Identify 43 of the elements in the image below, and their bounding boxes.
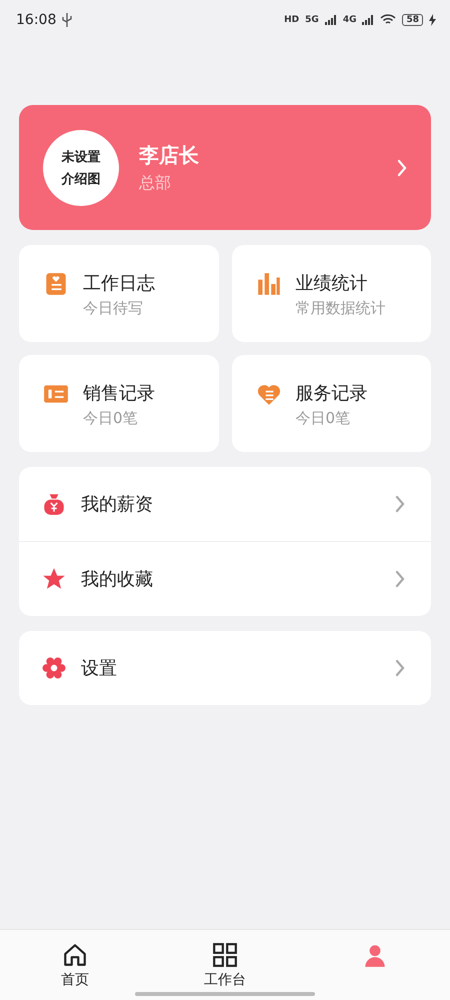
network-label: 5G (305, 15, 319, 25)
tile-title: 业绩统计 (296, 272, 368, 295)
tile-subtitle: 今日0笔 (296, 409, 352, 428)
tile-subtitle: 今日待写 (83, 299, 144, 318)
tile-title: 销售记录 (83, 382, 155, 405)
menu-item[interactable]: 我的薪资 (19, 467, 431, 541)
tile-title: 工作日志 (83, 272, 155, 295)
shortcut-tile[interactable]: 业绩统计 常用数据统计 (232, 245, 431, 342)
profile-card[interactable]: 未设置 介绍图 李店长 总部 (19, 105, 431, 230)
settings-icon (41, 655, 67, 681)
menu-item[interactable]: 我的收藏 (19, 541, 431, 616)
home-icon (62, 942, 88, 968)
chevron-right-icon (395, 495, 405, 513)
signal-icon (324, 15, 337, 25)
signal-icon (362, 15, 374, 25)
tile-title: 服务记录 (296, 382, 368, 405)
shortcut-tile[interactable]: 服务记录 今日0笔 (232, 355, 431, 452)
tile-subtitle: 常用数据统计 (296, 299, 386, 318)
menu-label: 我的收藏 (81, 568, 154, 591)
menu-label: 设置 (81, 657, 118, 680)
hd-label: HD (284, 15, 300, 25)
network-label: 4G (342, 15, 356, 25)
bolt-icon (429, 14, 436, 26)
avatar-text: 介绍图 (62, 170, 100, 188)
menu-label: 我的薪资 (81, 493, 154, 516)
shortcut-tile[interactable]: 销售记录 今日0笔 (19, 355, 218, 452)
menu-item[interactable]: 设置 (19, 631, 431, 705)
usb-icon (62, 13, 72, 27)
user-name: 李店长 (139, 142, 200, 168)
wifi-icon (380, 14, 396, 26)
chevron-right-icon (395, 570, 405, 588)
grid-icon (212, 942, 238, 968)
tab[interactable]: 首页 (0, 930, 150, 1000)
chevron-right-icon (397, 158, 407, 176)
clock-time: 16:08 (16, 12, 56, 28)
chevron-right-icon (395, 659, 405, 677)
shortcut-tile[interactable]: 工作日志 今日待写 (19, 245, 218, 342)
avatar-text: 未设置 (62, 148, 100, 166)
branch-name: 总部 (139, 172, 172, 194)
bar-chart-icon (256, 271, 282, 297)
tab[interactable]: 工作台 (150, 930, 300, 1000)
battery-level: 58 (402, 14, 423, 26)
tile-subtitle: 今日0笔 (83, 409, 139, 428)
